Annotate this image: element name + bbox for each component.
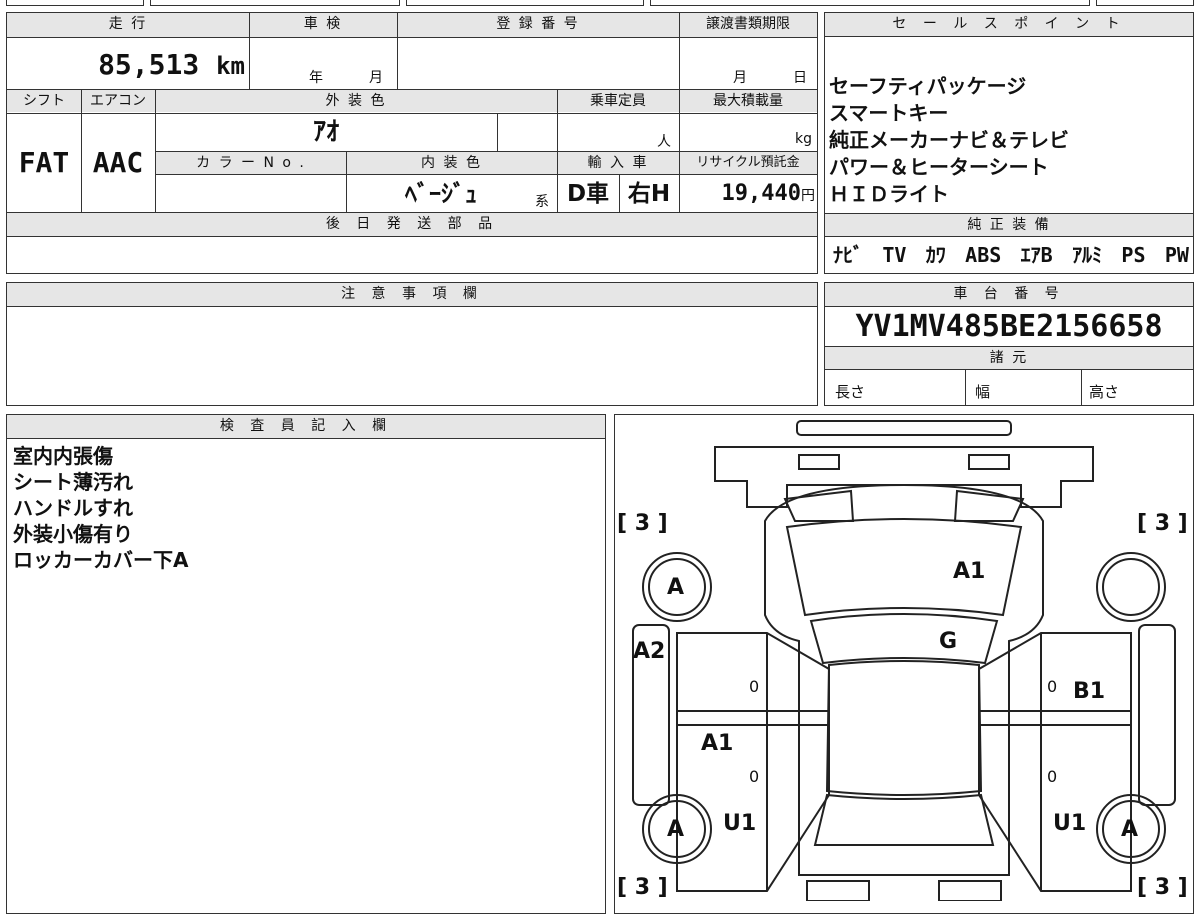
- inspector-header: 検 査 員 記 入 欄: [7, 415, 605, 439]
- chassis-number: YV1MV485BE2156658: [855, 309, 1163, 344]
- inspector-note: 外装小傷有り: [13, 522, 133, 546]
- exterior-color-header: 外 装 色: [155, 90, 557, 112]
- sales-point-item: ＨＩＤライト: [829, 182, 949, 206]
- exterior-color-value: ｱｵ: [312, 117, 339, 147]
- width-label: 幅: [975, 383, 991, 401]
- import-header: 輸 入 車: [557, 152, 679, 174]
- capacity-header: 乗車定員: [557, 90, 679, 112]
- steering-value: 右H: [627, 181, 671, 207]
- genuine-equipment-header: 純 正 装 備: [825, 214, 1193, 236]
- hood-mark: A1: [953, 559, 986, 584]
- equipment-item: ｴｱB: [1020, 243, 1053, 267]
- inspection-month-unit: 月: [369, 70, 383, 86]
- left-rear-door-mark: A1: [701, 731, 734, 756]
- inspection-year-unit: 年: [309, 70, 323, 86]
- door-zero-mark: 0: [749, 767, 760, 786]
- mileage-value: 85,513 km: [98, 48, 245, 81]
- tire-tread-left-bottom: [ 3 ]: [617, 875, 668, 900]
- door-zero-mark: 0: [1047, 677, 1058, 696]
- inspector-note: シート薄汚れ: [13, 470, 133, 494]
- import-type-value: D車: [566, 181, 610, 207]
- wheel-fl-mark: A: [667, 575, 685, 600]
- aircon-header: エアコン: [81, 90, 155, 112]
- max-load-header: 最大積載量: [679, 90, 817, 112]
- caution-panel: 注 意 事 項 欄: [6, 282, 818, 406]
- wheel-rl-mark: A: [667, 817, 685, 842]
- inspector-notes-list: 室内内張傷 シート薄汚れ ハンドルすれ 外装小傷有り ロッカーカバー下A: [13, 443, 188, 573]
- equipment-item: ｶﾜ: [925, 243, 946, 267]
- interior-suffix: 系: [535, 194, 549, 210]
- height-label: 高さ: [1089, 383, 1120, 401]
- sales-points-header: セ ー ル ス ポ イ ン ト: [825, 13, 1193, 37]
- equipment-item: ABS: [965, 243, 1002, 267]
- right-rocker-mark: U1: [1053, 811, 1087, 836]
- later-parts-header: 後 日 発 送 部 品: [7, 213, 817, 237]
- caution-header: 注 意 事 項 欄: [7, 283, 817, 307]
- genuine-equipment-list: ﾅﾋﾞ TV ｶﾜ ABS ｴｱB ｱﾙﾐ PS PW: [833, 239, 1189, 271]
- door-zero-mark: 0: [1047, 767, 1058, 786]
- top-cutoff-strip: [6, 0, 1194, 8]
- equipment-item: PW: [1164, 243, 1189, 267]
- door-zero-mark: 0: [749, 677, 760, 696]
- length-label: 長さ: [835, 383, 866, 401]
- equipment-item: ｱﾙﾐ: [1072, 243, 1103, 267]
- tire-tread-right-bottom: [ 3 ]: [1137, 875, 1188, 900]
- shift-header: シフト: [7, 90, 81, 112]
- inspection-header: 車 検: [249, 13, 397, 37]
- inspector-notes-panel: 検 査 員 記 入 欄 室内内張傷 シート薄汚れ ハンドルすれ 外装小傷有り ロ…: [6, 414, 606, 914]
- shift-value: FAT: [18, 146, 70, 179]
- sales-point-item: セーフティパッケージ: [829, 74, 1027, 98]
- chassis-panel: 車 台 番 号 YV1MV485BE2156658 諸 元 長さ 幅 高さ: [824, 282, 1194, 406]
- recycle-fee-value: 19,440円: [721, 181, 815, 206]
- wheel-rr-mark: A: [1121, 817, 1139, 842]
- deadline-day-unit: 日: [793, 70, 807, 86]
- right-front-door-mark: B1: [1073, 679, 1106, 704]
- sales-points-list: セーフティパッケージ スマートキー 純正メーカーナビ＆テレビ パワー＆ヒーターシ…: [829, 73, 1191, 208]
- left-fender-mark: A2: [633, 639, 666, 664]
- sales-point-item: パワー＆ヒーターシート: [829, 155, 1049, 179]
- equipment-item: ﾅﾋﾞ: [833, 243, 863, 267]
- vehicle-info-table: 走 行 車 検 登 録 番 号 譲渡書類期限 85,513 km 年 月 月 日…: [6, 12, 818, 213]
- car-damage-diagram: [ 3 ] [ 3 ] [ 3 ] [ 3 ] A A A A1 G A2 B1…: [614, 414, 1194, 914]
- mileage-header: 走 行: [7, 13, 249, 37]
- deadline-month-unit: 月: [733, 70, 747, 86]
- equipment-item: TV: [882, 243, 907, 267]
- tire-tread-left-top: [ 3 ]: [617, 511, 668, 536]
- tire-tread-right-top: [ 3 ]: [1137, 511, 1188, 536]
- sales-point-item: 純正メーカーナビ＆テレビ: [829, 128, 1069, 152]
- inspector-note: ハンドルすれ: [13, 496, 133, 520]
- max-load-unit: kg: [795, 131, 812, 147]
- equipment-item: PS: [1121, 243, 1146, 267]
- chassis-header: 車 台 番 号: [825, 283, 1193, 307]
- aircon-value: AAC: [92, 146, 144, 179]
- interior-color-header: 内 装 色: [346, 152, 557, 174]
- color-no-header: カ ラ ー N o .: [156, 152, 346, 174]
- car-outline: [632, 420, 1176, 901]
- registration-header: 登 録 番 号: [397, 13, 679, 37]
- spec-header: 諸 元: [825, 347, 1193, 369]
- inspector-note: 室内内張傷: [13, 444, 113, 468]
- sales-points-panel: セ ー ル ス ポ イ ン ト セーフティパッケージ スマートキー 純正メーカー…: [824, 12, 1194, 274]
- left-rocker-mark: U1: [723, 811, 757, 836]
- transfer-deadline-header: 譲渡書類期限: [679, 13, 817, 37]
- recycle-header: リサイクル預託金: [679, 152, 817, 174]
- later-shipped-parts: 後 日 発 送 部 品: [6, 212, 818, 274]
- windshield-mark: G: [939, 629, 958, 654]
- sales-point-item: スマートキー: [829, 101, 949, 125]
- capacity-unit: 人: [657, 134, 671, 150]
- inspector-note: ロッカーカバー下A: [13, 548, 189, 572]
- interior-color-value: ﾍﾞｰｼﾞｭ: [405, 180, 477, 208]
